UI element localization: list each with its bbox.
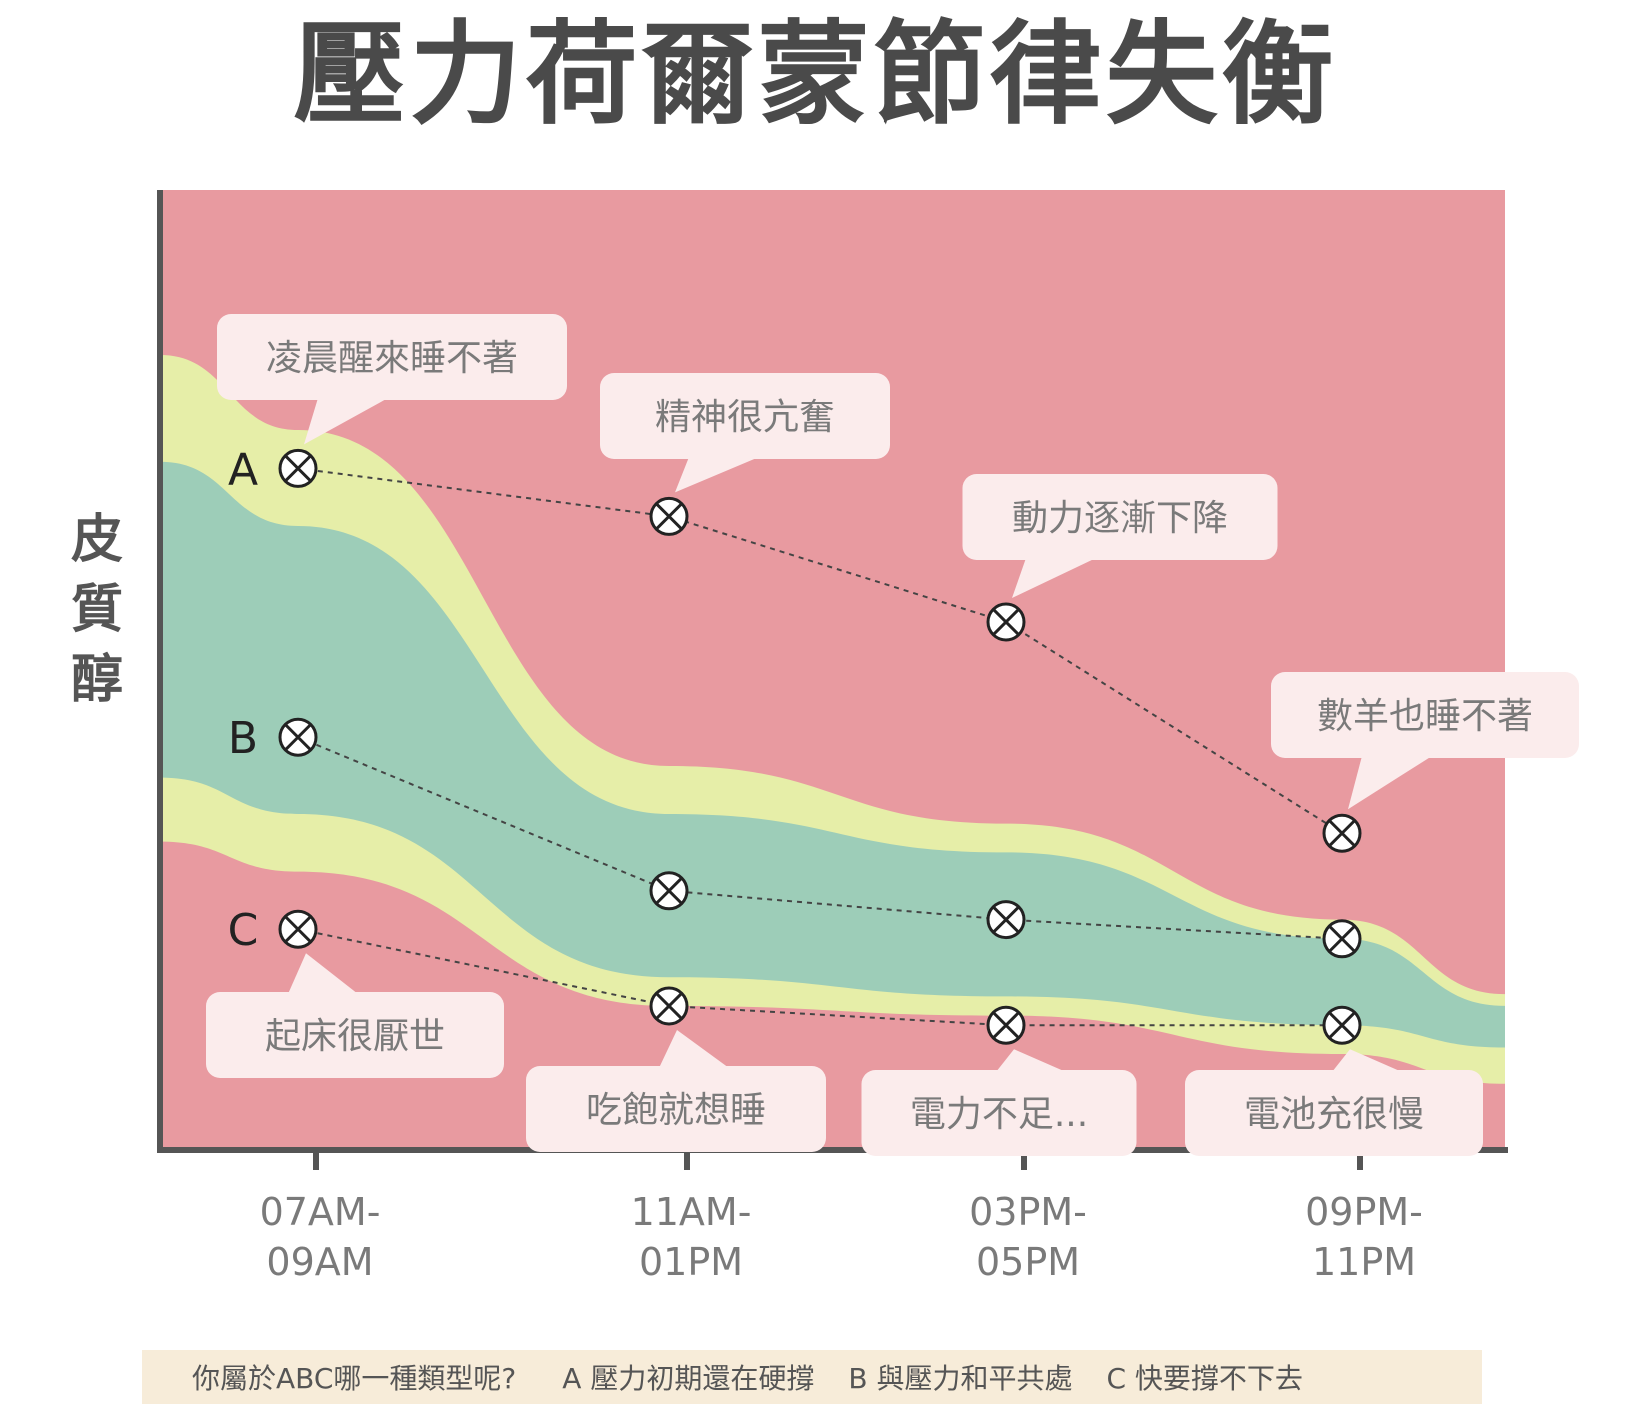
series-label-b: B <box>228 713 258 764</box>
footer-option-b: B 與壓力和平共處 <box>848 1362 1073 1395</box>
footer-question: 你屬於ABC哪一種類型呢? <box>192 1362 517 1395</box>
annotation-text: 電池充很慢 <box>1244 1094 1424 1135</box>
x-tick-label: 07AM-09AM <box>260 1190 381 1284</box>
footer-option-c: C 快要撐不下去 <box>1106 1362 1303 1395</box>
data-point-marker <box>278 448 318 488</box>
series-label-a: A <box>228 444 258 495</box>
data-point-marker <box>649 986 689 1026</box>
series-label-c: C <box>228 905 259 956</box>
annotation-text: 吃飽就想睡 <box>586 1090 766 1131</box>
data-point-marker <box>1322 813 1362 853</box>
annotation-text: 精神很亢奮 <box>655 397 835 438</box>
x-tick-label: 11AM-01PM <box>631 1190 752 1284</box>
x-tick-label: 03PM-05PM <box>969 1190 1087 1284</box>
data-point-marker <box>649 871 689 911</box>
data-point-marker <box>986 900 1026 940</box>
data-point-marker <box>278 909 318 949</box>
annotation-text: 起床很厭世 <box>265 1016 445 1057</box>
annotation-text: 數羊也睡不著 <box>1317 696 1533 737</box>
data-point-marker <box>986 1005 1026 1045</box>
annotation-text: 電力不足... <box>910 1094 1088 1135</box>
x-tick-label: 09PM-11PM <box>1305 1190 1423 1284</box>
data-point-marker <box>278 717 318 757</box>
data-point-marker <box>1322 919 1362 959</box>
cortisol-chart: 07AM-09AM 11AM-01PM 03PM-05PM 09PM-11PM 凌晨醒來… <box>157 190 1579 1284</box>
annotation-text: 動力逐漸下降 <box>1012 498 1228 539</box>
data-point-marker <box>1322 1005 1362 1045</box>
footer-option-a: A 壓力初期還在硬撐 <box>562 1362 815 1395</box>
data-point-marker <box>649 496 689 536</box>
data-point-marker <box>986 602 1026 642</box>
annotation-text: 凌晨醒來睡不著 <box>266 338 518 379</box>
footer-legend-bar: 你屬於ABC哪一種類型呢? A 壓力初期還在硬撐 B 與壓力和平共處 C 快要撐… <box>142 1350 1482 1404</box>
